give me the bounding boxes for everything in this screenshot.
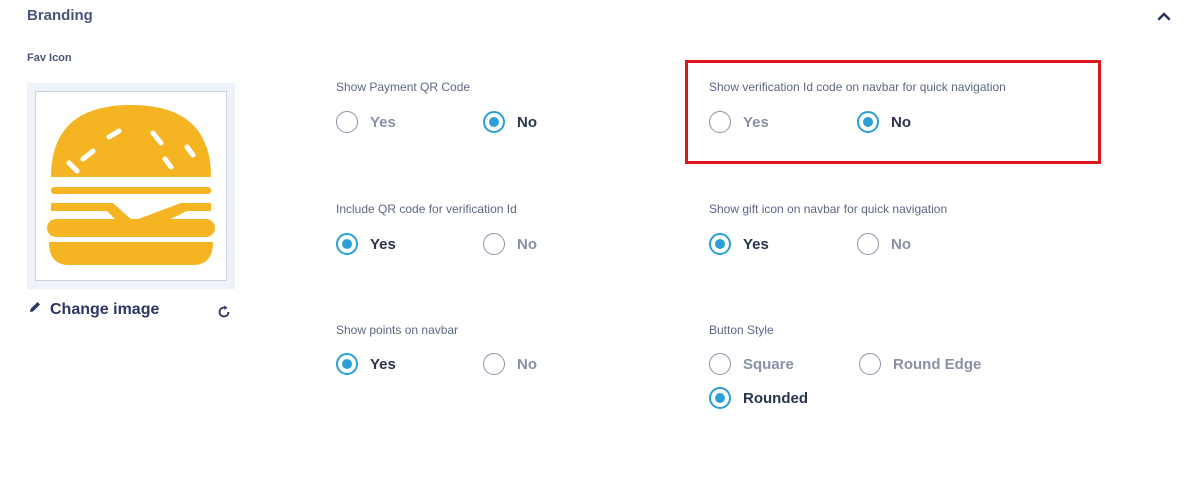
gift-icon-no-radio[interactable]: No (857, 233, 911, 255)
include-qr-field: Include QR code for verification Id (336, 202, 517, 216)
burger-icon (47, 105, 215, 265)
radio-label: Yes (743, 235, 769, 253)
radio-circle (709, 353, 731, 375)
verification-navbar-no-radio[interactable]: No (857, 111, 911, 133)
gift-icon-yes-radio[interactable]: Yes (709, 233, 769, 255)
radio-label: Yes (370, 235, 396, 253)
favicon-preview (27, 83, 235, 289)
gift-icon-label: Show gift icon on navbar for quick navig… (709, 202, 948, 216)
radio-circle (709, 111, 731, 133)
chevron-up-icon[interactable] (1156, 9, 1172, 23)
change-image-button[interactable]: Change image (28, 300, 159, 319)
radio-label: Round Edge (893, 355, 982, 373)
radio-label: Yes (370, 113, 396, 131)
fav-icon-label: Fav Icon (27, 52, 72, 64)
verification-navbar-yes-radio[interactable]: Yes (709, 111, 769, 133)
button-style-label: Button Style (709, 323, 774, 337)
include-qr-label: Include QR code for verification Id (336, 202, 517, 216)
pencil-icon (28, 300, 42, 319)
radio-label: No (517, 355, 537, 373)
radio-circle (859, 353, 881, 375)
radio-label: No (891, 113, 911, 131)
points-navbar-no-radio[interactable]: No (483, 353, 537, 375)
include-qr-yes-radio[interactable]: Yes (336, 233, 396, 255)
radio-circle (857, 111, 879, 133)
payment-qr-label: Show Payment QR Code (336, 80, 471, 94)
radio-label: No (517, 113, 537, 131)
payment-qr-field: Show Payment QR Code (336, 80, 470, 94)
points-navbar-yes-radio[interactable]: Yes (336, 353, 396, 375)
radio-circle (709, 387, 731, 409)
include-qr-no-radio[interactable]: No (483, 233, 537, 255)
radio-label: Rounded (743, 389, 808, 407)
button-style-rounded-radio[interactable]: Rounded (709, 387, 808, 409)
radio-label: Yes (370, 355, 396, 373)
radio-circle (483, 353, 505, 375)
gift-icon-field: Show gift icon on navbar for quick navig… (709, 202, 947, 216)
button-style-round-edge-radio[interactable]: Round Edge (859, 353, 981, 375)
radio-circle (709, 233, 731, 255)
verification-navbar-label: Show verification Id code on navbar for … (709, 80, 1006, 94)
button-style-field: Button Style (709, 323, 774, 337)
radio-label: Square (743, 355, 794, 373)
radio-circle (336, 353, 358, 375)
payment-qr-yes-radio[interactable]: Yes (336, 111, 396, 133)
radio-circle (483, 111, 505, 133)
section-title: Branding (27, 7, 93, 24)
verification-navbar-field: Show verification Id code on navbar for … (709, 80, 1006, 94)
radio-circle (857, 233, 879, 255)
refresh-icon[interactable] (216, 304, 232, 320)
points-navbar-field: Show points on navbar (336, 323, 458, 337)
radio-label: No (517, 235, 537, 253)
change-image-label: Change image (50, 300, 160, 318)
radio-label: No (891, 235, 911, 253)
radio-label: Yes (743, 113, 769, 131)
payment-qr-no-radio[interactable]: No (483, 111, 537, 133)
radio-circle (336, 233, 358, 255)
radio-circle (336, 111, 358, 133)
button-style-square-radio[interactable]: Square (709, 353, 794, 375)
points-navbar-label: Show points on navbar (336, 323, 459, 337)
radio-circle (483, 233, 505, 255)
